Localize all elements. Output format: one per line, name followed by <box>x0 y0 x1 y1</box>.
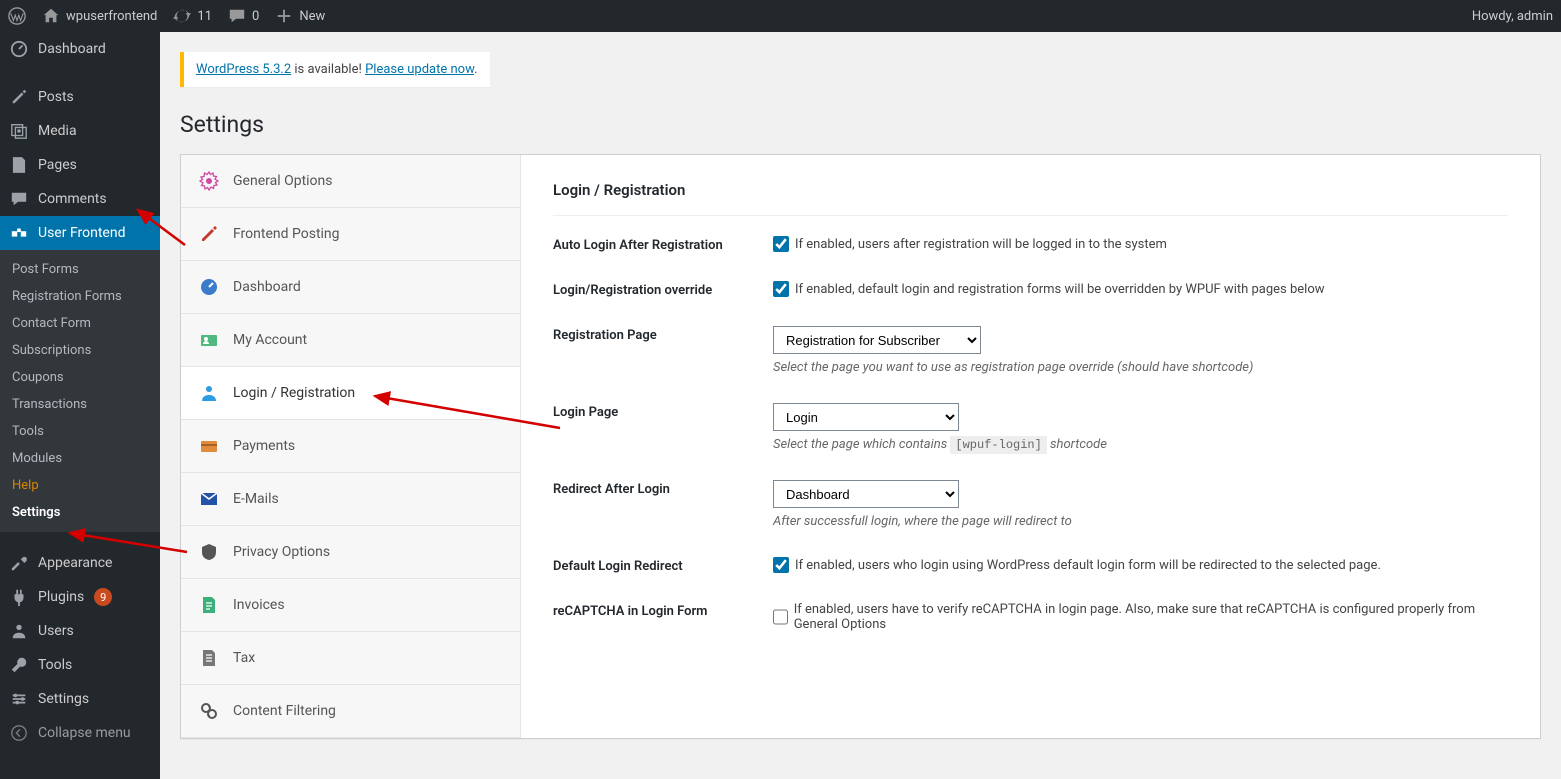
submenu-modules[interactable]: Modules <box>0 445 160 472</box>
checkbox-default-redirect[interactable] <box>773 557 789 573</box>
row-reg-page: Registration Page Registration for Subsc… <box>553 326 1508 375</box>
submenu-settings[interactable]: Settings <box>0 499 160 526</box>
submenu-help[interactable]: Help <box>0 472 160 499</box>
tab-dashboard[interactable]: Dashboard <box>181 261 520 314</box>
row-auto-login: Auto Login After Registration If enabled… <box>553 236 1508 253</box>
row-login-page: Login Page Login Select the page which c… <box>553 403 1508 452</box>
row-redirect: Redirect After Login Dashboard After suc… <box>553 480 1508 529</box>
desc-default-redirect: If enabled, users who login using WordPr… <box>795 558 1381 573</box>
row-default-redirect: Default Login Redirect If enabled, users… <box>553 557 1508 574</box>
menu-pages[interactable]: Pages <box>0 148 160 182</box>
settings-tabs: General Options Frontend Posting Dashboa… <box>181 155 521 738</box>
howdy[interactable]: Howdy, admin <box>1472 9 1553 24</box>
content: WordPress 5.3.2 is available! Please upd… <box>160 32 1561 779</box>
row-recaptcha: reCAPTCHA in Login Form If enabled, user… <box>553 602 1508 632</box>
tab-login-registration[interactable]: Login / Registration <box>181 367 520 420</box>
menu-media[interactable]: Media <box>0 114 160 148</box>
label-override: Login/Registration override <box>553 281 773 298</box>
label-redirect: Redirect After Login <box>553 480 773 497</box>
select-reg-page[interactable]: Registration for Subscriber <box>773 326 981 354</box>
page-title: Settings <box>180 111 1541 138</box>
checkbox-override[interactable] <box>773 281 789 297</box>
menu-settings[interactable]: Settings <box>0 682 160 716</box>
menu-users[interactable]: Users <box>0 614 160 648</box>
submenu-contact-form[interactable]: Contact Form <box>0 310 160 337</box>
wp-version-link[interactable]: WordPress 5.3.2 <box>196 62 291 77</box>
settings-panel: Login / Registration Auto Login After Re… <box>521 155 1540 738</box>
wp-logo[interactable] <box>8 7 26 25</box>
panel-heading: Login / Registration <box>553 181 1508 216</box>
tab-invoices[interactable]: Invoices <box>181 579 520 632</box>
label-auto-login: Auto Login After Registration <box>553 236 773 253</box>
new-link[interactable]: New <box>275 7 325 25</box>
tab-my-account[interactable]: My Account <box>181 314 520 367</box>
plugins-badge: 9 <box>94 588 112 606</box>
label-login-page: Login Page <box>553 403 773 420</box>
desc-override: If enabled, default login and registrati… <box>795 282 1325 297</box>
update-notice: WordPress 5.3.2 is available! Please upd… <box>180 52 490 87</box>
select-redirect[interactable]: Dashboard <box>773 480 959 508</box>
submenu-reg-forms[interactable]: Registration Forms <box>0 283 160 310</box>
update-now-link[interactable]: Please update now <box>365 62 474 77</box>
tab-frontend-posting[interactable]: Frontend Posting <box>181 208 520 261</box>
submenu-user-frontend: Post Forms Registration Forms Contact Fo… <box>0 250 160 532</box>
desc-reg-page: Select the page you want to use as regis… <box>773 360 1508 375</box>
menu-comments[interactable]: Comments <box>0 182 160 216</box>
checkbox-auto-login[interactable] <box>773 236 789 252</box>
desc-auto-login: If enabled, users after registration wil… <box>795 237 1167 252</box>
select-login-page[interactable]: Login <box>773 403 959 431</box>
desc-recaptcha: If enabled, users have to verify reCAPTC… <box>794 602 1508 632</box>
submenu-post-forms[interactable]: Post Forms <box>0 256 160 283</box>
tab-payments[interactable]: Payments <box>181 420 520 473</box>
tab-general[interactable]: General Options <box>181 155 520 208</box>
menu-appearance[interactable]: Appearance <box>0 546 160 580</box>
tab-emails[interactable]: E-Mails <box>181 473 520 526</box>
comments-link[interactable]: 0 <box>228 7 259 25</box>
menu-plugins[interactable]: Plugins9 <box>0 580 160 614</box>
tab-content-filtering[interactable]: Content Filtering <box>181 685 520 738</box>
submenu-tools[interactable]: Tools <box>0 418 160 445</box>
menu-tools[interactable]: Tools <box>0 648 160 682</box>
label-default-redirect: Default Login Redirect <box>553 557 773 574</box>
menu-collapse[interactable]: Collapse menu <box>0 716 160 750</box>
updates-link[interactable]: 11 <box>173 7 212 25</box>
row-override: Login/Registration override If enabled, … <box>553 281 1508 298</box>
submenu-subscriptions[interactable]: Subscriptions <box>0 337 160 364</box>
submenu-coupons[interactable]: Coupons <box>0 364 160 391</box>
label-reg-page: Registration Page <box>553 326 773 343</box>
menu-user-frontend[interactable]: User Frontend <box>0 216 160 250</box>
label-recaptcha: reCAPTCHA in Login Form <box>553 602 773 619</box>
submenu-transactions[interactable]: Transactions <box>0 391 160 418</box>
tab-tax[interactable]: Tax <box>181 632 520 685</box>
checkbox-recaptcha[interactable] <box>773 609 788 625</box>
desc-login-page: Select the page which contains [wpuf-log… <box>773 437 1508 452</box>
site-link[interactable]: wpuserfrontend <box>42 7 157 25</box>
admin-sidebar: Dashboard Posts Media Pages Comments Use… <box>0 32 160 779</box>
settings-container: General Options Frontend Posting Dashboa… <box>180 154 1541 739</box>
desc-redirect: After successfull login, where the page … <box>773 514 1508 529</box>
menu-posts[interactable]: Posts <box>0 80 160 114</box>
tab-privacy[interactable]: Privacy Options <box>181 526 520 579</box>
menu-dashboard[interactable]: Dashboard <box>0 32 160 66</box>
admin-bar: wpuserfrontend 11 0 New Howdy, admin <box>0 0 1561 32</box>
